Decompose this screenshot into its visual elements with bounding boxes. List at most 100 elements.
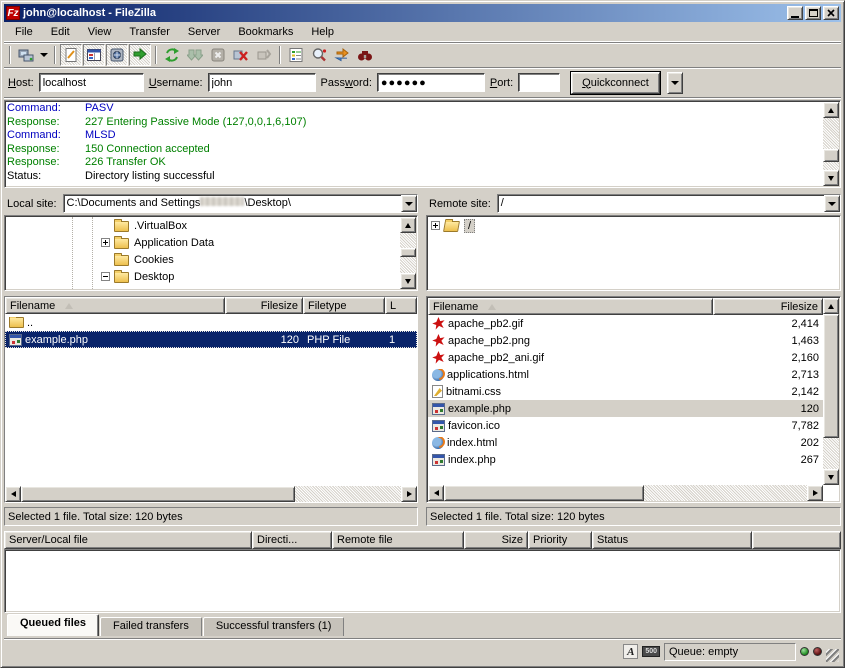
local-col-filetype[interactable]: Filetype — [303, 297, 385, 314]
directory-comparison-button[interactable] — [308, 44, 330, 66]
menu-edit[interactable]: Edit — [42, 24, 79, 40]
quickconnect-dropdown-button[interactable] — [667, 72, 683, 94]
menu-help[interactable]: Help — [302, 24, 343, 40]
local-col-filesize[interactable]: Filesize — [225, 297, 303, 314]
local-site-dropdown-button[interactable] — [401, 195, 417, 212]
titlebar[interactable]: Fz john@localhost - FileZilla — [4, 4, 841, 22]
local-file-list[interactable]: Filename Filesize Filetype L .. example.… — [4, 296, 418, 503]
message-log[interactable]: Command:PASV Response:227 Entering Passi… — [4, 100, 841, 188]
menu-server[interactable]: Server — [179, 24, 229, 40]
minimize-button[interactable] — [787, 6, 803, 20]
queue-col-size[interactable]: Size — [464, 531, 528, 549]
menu-transfer[interactable]: Transfer — [120, 24, 179, 40]
queue-col-priority[interactable]: Priority — [528, 531, 592, 549]
quickconnect-button[interactable]: Quickconnect — [571, 72, 660, 94]
site-manager-button[interactable] — [15, 44, 37, 66]
remote-row[interactable]: apache_pb2.png1,463 — [428, 332, 823, 349]
scroll-left-button[interactable] — [428, 485, 444, 501]
remote-file-list[interactable]: Filename Filesize apache_pb2.gif2,414 ap… — [426, 296, 841, 503]
tree-item-cookies[interactable]: Cookies — [6, 251, 400, 268]
site-manager-dropdown-button[interactable] — [38, 44, 50, 66]
scroll-track[interactable] — [444, 485, 807, 501]
remote-site-combo[interactable]: / — [497, 194, 841, 213]
scroll-track[interactable] — [823, 314, 839, 469]
remote-tree[interactable]: / — [426, 215, 841, 291]
transfer-type-indicator-icon[interactable]: A — [623, 644, 638, 659]
local-col-lastmodified[interactable]: L — [385, 297, 417, 314]
queue-col-status[interactable]: Status — [592, 531, 752, 549]
remote-list-scrollbar[interactable] — [823, 298, 839, 485]
find-files-button[interactable] — [354, 44, 376, 66]
remote-list-hscrollbar[interactable] — [428, 485, 823, 501]
tab-failed-transfers[interactable]: Failed transfers — [100, 617, 202, 636]
queue-col-server-local-file[interactable]: Server/Local file — [4, 531, 252, 549]
scroll-track[interactable] — [21, 486, 401, 502]
expand-plus-icon[interactable] — [101, 238, 110, 247]
remote-row[interactable]: index.php267 — [428, 451, 823, 468]
local-tree-scrollbar[interactable] — [400, 217, 416, 289]
scroll-down-button[interactable] — [823, 469, 839, 485]
tree-item-desktop[interactable]: Desktop — [6, 268, 400, 285]
scroll-thumb[interactable] — [400, 248, 416, 257]
pane-splitter[interactable] — [418, 193, 426, 526]
tree-item-virtualbox[interactable]: .VirtualBox — [6, 217, 400, 234]
scroll-thumb[interactable] — [823, 149, 839, 161]
resize-grip[interactable] — [826, 649, 839, 662]
reconnect-button[interactable] — [253, 44, 275, 66]
queue-body[interactable] — [4, 549, 841, 613]
scroll-track[interactable] — [400, 233, 416, 273]
toggle-local-tree-button[interactable] — [83, 44, 105, 66]
tree-item-root[interactable]: / — [428, 217, 823, 234]
scroll-left-button[interactable] — [5, 486, 21, 502]
menu-bookmarks[interactable]: Bookmarks — [229, 24, 302, 40]
tree-item-application-data[interactable]: Application Data — [6, 234, 400, 251]
remote-row[interactable]: bitnami.css2,142 — [428, 383, 823, 400]
username-input[interactable] — [208, 73, 316, 92]
log-scrollbar[interactable] — [823, 102, 839, 186]
port-input[interactable] — [518, 73, 560, 92]
remote-row-example-php[interactable]: example.php120 — [428, 400, 823, 417]
scroll-right-button[interactable] — [401, 486, 417, 502]
password-input[interactable] — [377, 73, 485, 92]
tab-queued-files[interactable]: Queued files — [7, 614, 99, 636]
close-button[interactable] — [823, 6, 839, 20]
toggle-remote-tree-button[interactable] — [106, 44, 128, 66]
local-row-parent-dir[interactable]: .. — [5, 314, 417, 331]
menu-file[interactable]: File — [6, 24, 42, 40]
local-col-filename[interactable]: Filename — [5, 297, 225, 314]
directory-listing-filters-button[interactable] — [285, 44, 307, 66]
scroll-up-button[interactable] — [823, 102, 839, 118]
scroll-right-button[interactable] — [807, 485, 823, 501]
scroll-down-button[interactable] — [823, 170, 839, 186]
maximize-button[interactable] — [805, 6, 821, 20]
remote-col-filename[interactable]: Filename — [428, 298, 713, 315]
process-queue-button[interactable] — [184, 44, 206, 66]
menu-view[interactable]: View — [79, 24, 121, 40]
expand-plus-icon[interactable] — [431, 221, 440, 230]
remote-row[interactable]: apache_pb2.gif2,414 — [428, 315, 823, 332]
scroll-down-button[interactable] — [400, 273, 416, 289]
scroll-track[interactable] — [823, 118, 839, 170]
cancel-operation-button[interactable] — [207, 44, 229, 66]
tab-successful-transfers[interactable]: Successful transfers (1) — [203, 617, 345, 636]
local-row-example-php[interactable]: example.php 120 PHP File 1 — [5, 331, 417, 348]
collapse-minus-icon[interactable] — [101, 272, 110, 281]
scroll-up-button[interactable] — [400, 217, 416, 233]
toggle-transfer-queue-button[interactable] — [129, 44, 151, 66]
remote-col-filesize[interactable]: Filesize — [713, 298, 823, 315]
queue-col-direction[interactable]: Directi... — [252, 531, 332, 549]
remote-row[interactable]: favicon.ico7,782 — [428, 417, 823, 434]
local-site-combo[interactable]: C:\Documents and Settings\Desktop\ — [63, 194, 418, 213]
local-list-hscrollbar[interactable] — [5, 486, 417, 502]
queue-col-remote-file[interactable]: Remote file — [332, 531, 464, 549]
remote-row[interactable]: applications.html2,713 — [428, 366, 823, 383]
scroll-thumb[interactable] — [444, 485, 644, 501]
scroll-up-button[interactable] — [823, 298, 839, 314]
remote-site-dropdown-button[interactable] — [824, 195, 840, 212]
synchronized-browsing-button[interactable] — [331, 44, 353, 66]
disconnect-button[interactable] — [230, 44, 252, 66]
remote-row[interactable]: apache_pb2_ani.gif2,160 — [428, 349, 823, 366]
host-input[interactable] — [39, 73, 144, 92]
local-tree[interactable]: .VirtualBox Application Data Cookies Des… — [4, 215, 418, 291]
refresh-button[interactable] — [161, 44, 183, 66]
